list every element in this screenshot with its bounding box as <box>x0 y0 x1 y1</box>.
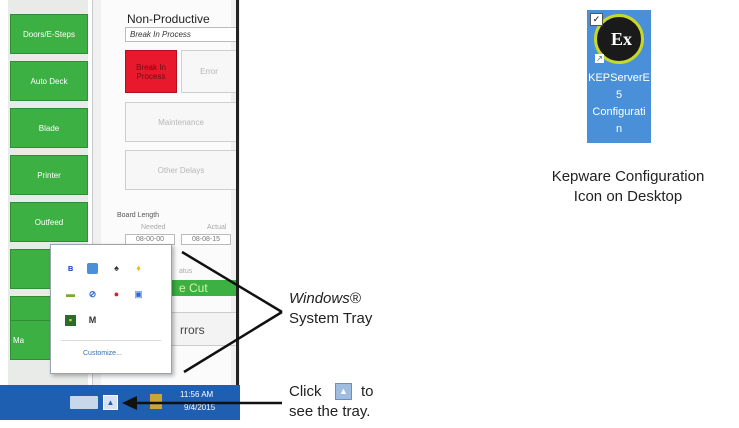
checkbox-icon: ✓ <box>590 13 603 26</box>
kepware-logo-glyph: Ex <box>611 29 633 49</box>
caption-line-2: 5 <box>615 89 623 101</box>
click-caption-line2: see the tray. <box>289 403 371 420</box>
caption-line-4: n <box>615 123 623 135</box>
shortcut-arrow-icon: ↗ <box>595 54 604 63</box>
click-to: to <box>361 383 374 400</box>
desktop-icon-caption: KEPServerE 5 Configurati n <box>587 70 651 138</box>
tray-caption-line2: System Tray <box>289 310 373 327</box>
caption-line-3: Configurati <box>592 106 646 118</box>
caption-line-1: KEPServerE <box>588 72 650 84</box>
tray-chevron-up-icon: ▲ <box>335 383 352 400</box>
tray-callout-line-top <box>181 250 283 314</box>
tray-caption: Windows® System Tray <box>289 289 372 329</box>
click-arrow-head <box>122 396 137 410</box>
tray-callout-line-bottom <box>183 310 283 374</box>
click-caption-line1: Click ▲ to <box>289 382 449 402</box>
click-word: Click <box>289 383 322 400</box>
kepware-caption: Kepware Configuration Icon on Desktop <box>521 167 735 207</box>
tray-caption-line1: Windows® <box>289 290 361 307</box>
kepware-caption-line1: Kepware Configuration <box>551 168 705 185</box>
click-caption: Click ▲ to see the tray. <box>289 382 449 422</box>
kepserver-desktop-icon[interactable]: Ex ✓ ↗ KEPServerE 5 Configurati n <box>587 10 651 143</box>
kepware-caption-line2: Icon on Desktop <box>573 188 683 205</box>
